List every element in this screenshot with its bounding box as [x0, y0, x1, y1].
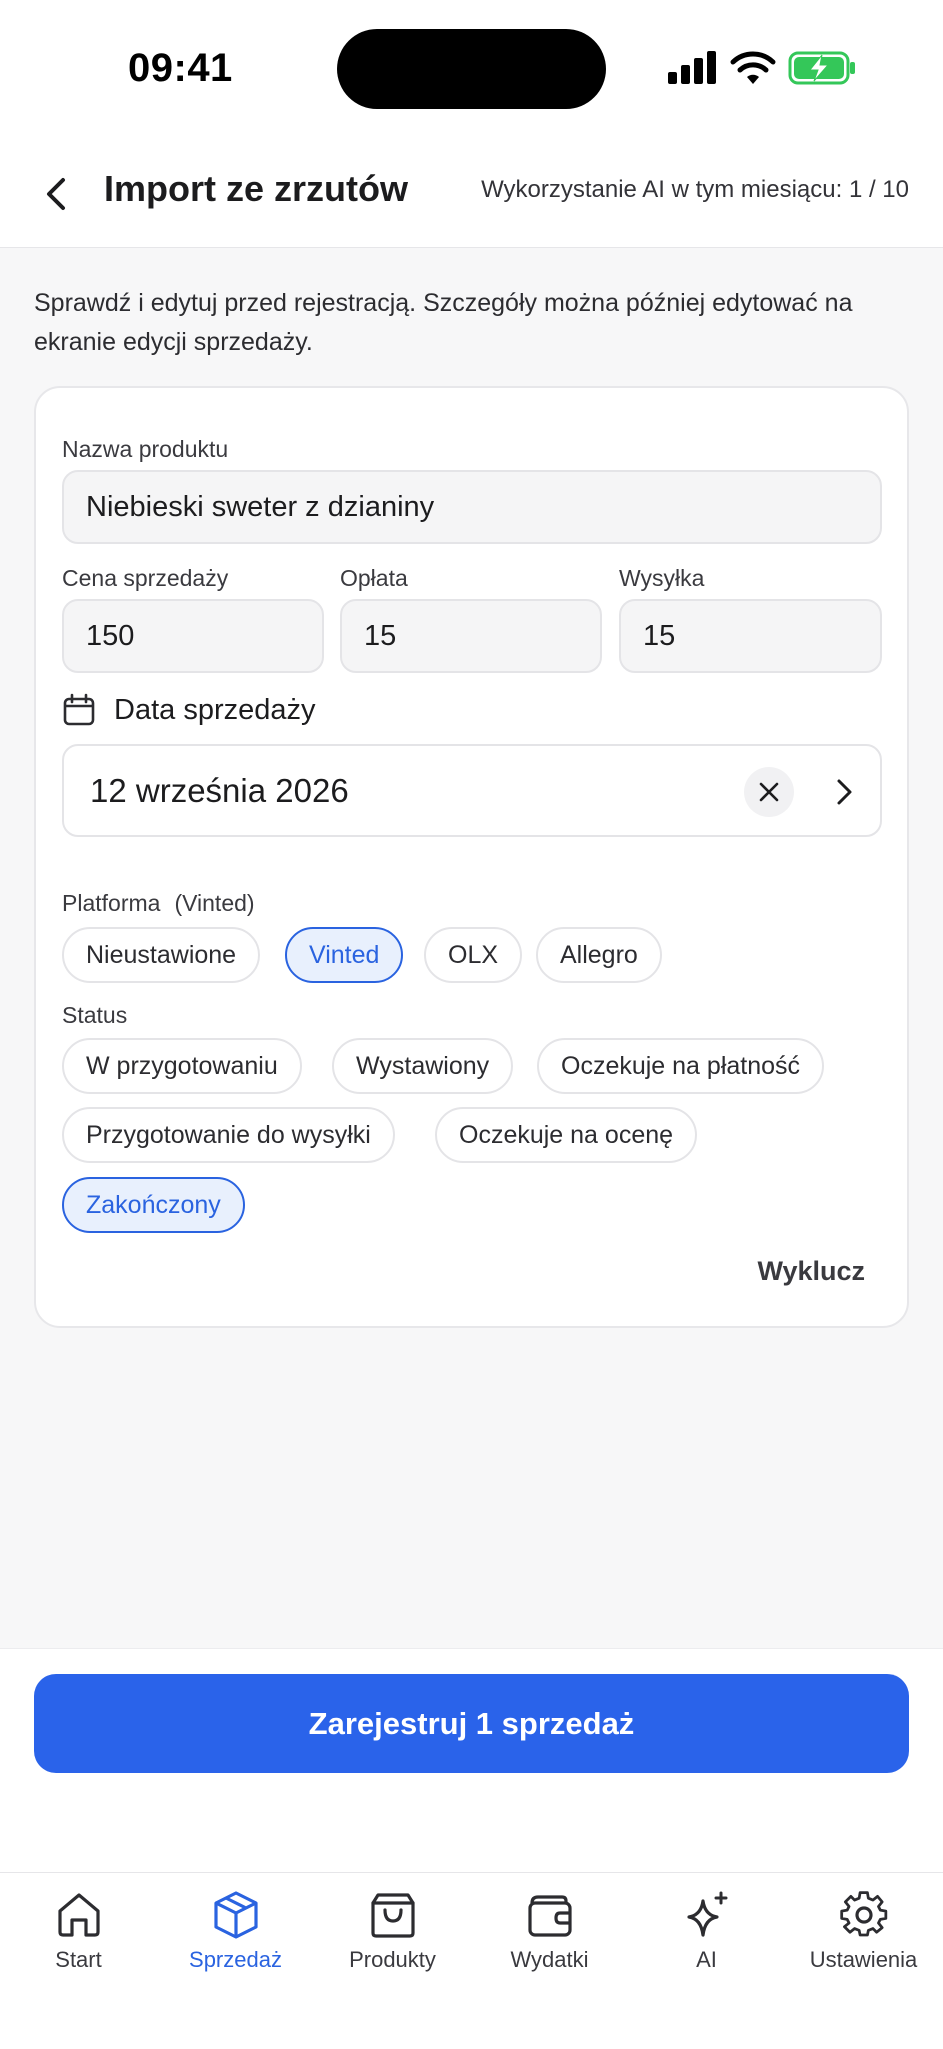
sparkle-icon [686, 1891, 727, 1937]
wifi-icon [730, 51, 776, 84]
status-chip-wystawiony[interactable]: Wystawiony [332, 1038, 514, 1094]
chevron-right-icon [837, 779, 852, 805]
tab-start[interactable]: Start [0, 1889, 157, 1973]
cellular-signal-icon [668, 51, 716, 84]
tab-label-produkty: Produkty [349, 1947, 436, 1972]
platform-chip-vinted[interactable]: Vinted [285, 927, 404, 983]
status-time: 09:41 [128, 46, 233, 90]
gear-icon [839, 1891, 887, 1937]
tab-ustawienia[interactable]: Ustawienia [785, 1889, 942, 1973]
home-icon [57, 1893, 100, 1937]
status-chip-oczekuje-na-platnosc[interactable]: Oczekuje na płatność [537, 1038, 825, 1094]
tab-bar: Start Sprzedaż Produkty Wydatki AI Ustaw… [0, 1872, 943, 2049]
chevron-left-icon [47, 178, 65, 210]
fee-label: Opłata [340, 565, 408, 591]
tab-produkty[interactable]: Produkty [314, 1889, 471, 1973]
tab-label-wydatki: Wydatki [510, 1947, 589, 1972]
close-icon [759, 782, 779, 802]
product-name-field[interactable] [62, 470, 882, 544]
tab-label-ustawienia: Ustawienia [809, 1947, 918, 1972]
date-picker-field[interactable]: 12 września 2026 [62, 744, 882, 837]
bag-icon [370, 1893, 415, 1938]
clear-date-button[interactable] [744, 767, 794, 817]
footer-area: Zarejestruj 1 sprzedaż [0, 1648, 943, 1872]
platform-chip-allegro[interactable]: Allegro [536, 927, 662, 983]
platform-chip-olx[interactable]: OLX [424, 927, 523, 983]
dynamic-island [337, 29, 606, 109]
tab-label-ai: AI [696, 1947, 717, 1972]
tab-label-start: Start [55, 1947, 102, 1972]
open-date-picker-button[interactable] [822, 770, 866, 814]
app-header: Import ze zrzutów Wykorzystanie AI w tym… [0, 140, 943, 248]
shipping-input[interactable] [643, 619, 880, 653]
status-chip-w-przygotowaniu[interactable]: W przygotowaniu [62, 1038, 302, 1094]
date-heading: Data sprzedaży [62, 690, 316, 730]
price-field[interactable] [62, 599, 324, 673]
status-chip-oczekuje-na-ocene[interactable]: Oczekuje na ocenę [435, 1107, 698, 1163]
battery-charging-icon [788, 51, 855, 85]
platform-label: Platforma (Vinted) [62, 890, 255, 917]
product-name-label: Nazwa produktu [62, 436, 229, 462]
price-label: Cena sprzedaży [62, 565, 229, 591]
sale-card: Nazwa produktu Cena sprzedaży Opłata Wys… [34, 386, 909, 1328]
status-bar: 09:41 [0, 0, 943, 140]
platform-label-text: Platforma [62, 890, 161, 916]
status-label: Status [62, 1002, 128, 1028]
intro-text: Sprawdź i edytuj przed rejestracją. Szcz… [34, 289, 853, 356]
status-chip-przygotowanie-do-wysylki[interactable]: Przygotowanie do wysyłki [62, 1107, 395, 1163]
box-icon [213, 1891, 258, 1939]
date-value: 12 września 2026 [90, 772, 349, 809]
wallet-icon [527, 1895, 572, 1937]
fee-input[interactable] [364, 619, 600, 653]
shipping-label: Wysyłka [619, 565, 705, 591]
exclude-button[interactable]: Wyklucz [757, 1256, 865, 1287]
status-chip-zakonczony[interactable]: Zakończony [62, 1177, 245, 1233]
page-title: Import ze zrzutów [104, 168, 408, 209]
date-label: Data sprzedaży [114, 693, 316, 726]
back-button[interactable] [32, 170, 80, 218]
shipping-field[interactable] [619, 599, 882, 673]
platform-chip-nieustawione[interactable]: Nieustawione [62, 927, 261, 983]
tab-sprzedaz[interactable]: Sprzedaż [157, 1889, 314, 1973]
product-name-input[interactable] [86, 490, 880, 524]
tab-ai[interactable]: AI [628, 1889, 785, 1973]
fee-field[interactable] [340, 599, 602, 673]
register-sale-button[interactable]: Zarejestruj 1 sprzedaż [34, 1674, 909, 1773]
price-input[interactable] [86, 619, 322, 653]
tab-label-sprzedaz: Sprzedaż [189, 1947, 282, 1972]
platform-current: (Vinted) [174, 890, 255, 916]
calendar-icon [63, 693, 95, 726]
ai-usage-counter: Wykorzystanie AI w tym miesiącu: 1 / 10 [481, 176, 909, 203]
tab-wydatki[interactable]: Wydatki [471, 1889, 628, 1973]
